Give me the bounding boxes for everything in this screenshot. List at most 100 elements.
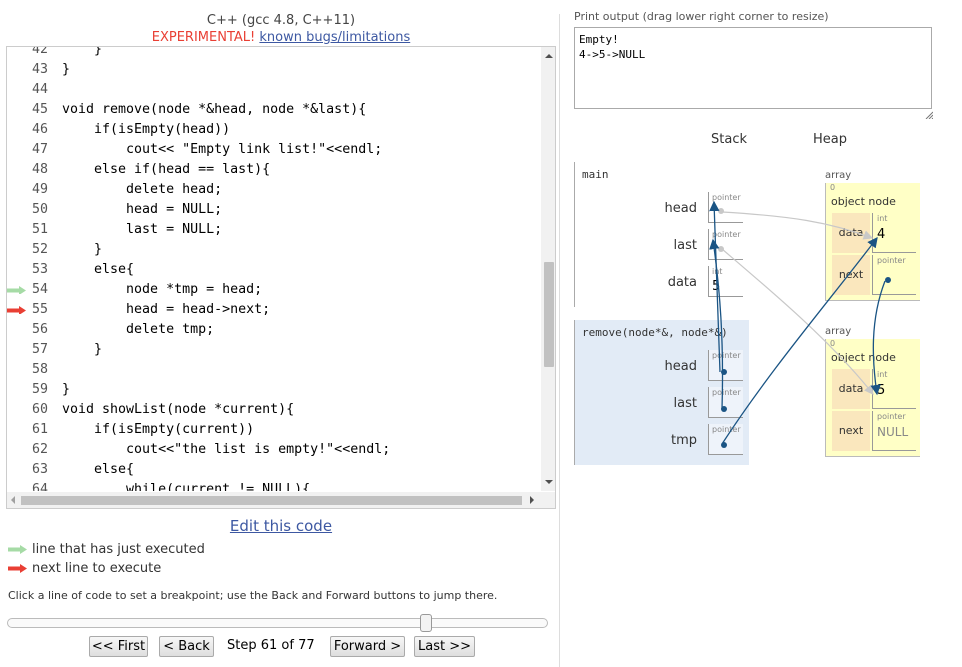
pointer-dot xyxy=(885,277,891,283)
forward-button[interactable]: Forward > xyxy=(330,636,405,657)
type-tag: int xyxy=(712,267,723,276)
vertical-scrollbar[interactable] xyxy=(541,47,555,491)
line-number: 54 xyxy=(31,282,48,297)
code-line[interactable]: 47 cout<< "Empty link list!"<<endl; xyxy=(7,140,540,160)
resize-grip-icon[interactable] xyxy=(925,111,933,119)
code-line[interactable]: 62 cout<<"the list is empty!"<<endl; xyxy=(7,440,540,460)
known-bugs-link[interactable]: known bugs/limitations xyxy=(259,30,410,45)
type-tag: pointer xyxy=(712,351,741,360)
var-name: last xyxy=(673,396,697,411)
var-value: 5 xyxy=(712,279,721,294)
legend-next-to-execute-text: next line to execute xyxy=(32,561,162,576)
breakpoint-hint: Click a line of code to set a breakpoint… xyxy=(8,589,498,602)
source-text: } xyxy=(62,47,103,57)
line-number: 61 xyxy=(31,422,48,437)
scroll-up-icon[interactable] xyxy=(545,54,553,58)
language-label: C++ (gcc 4.8, C++11) xyxy=(206,13,356,28)
line-number: 59 xyxy=(31,382,48,397)
var-value-box: pointer xyxy=(708,350,743,381)
code-line[interactable]: 49 delete head; xyxy=(7,180,540,200)
heap-array-label: array xyxy=(825,326,852,337)
code-line[interactable]: 50 head = NULL; xyxy=(7,200,540,220)
horizontal-scrollbar[interactable] xyxy=(7,492,555,508)
frame-name: main xyxy=(582,168,609,181)
source-text: if(isEmpty(current)) xyxy=(62,422,255,437)
line-number: 52 xyxy=(31,242,48,257)
stack-frame-remove: remove(node*&, node*&) head pointer last… xyxy=(574,320,749,465)
line-number: 44 xyxy=(31,82,48,97)
code-line[interactable]: 43} xyxy=(7,60,540,80)
type-tag: pointer xyxy=(877,256,906,265)
source-text: } xyxy=(62,62,71,77)
type-tag: pointer xyxy=(712,230,741,239)
code-line[interactable]: 60 void showList(node *current){ xyxy=(7,400,540,420)
experimental-notice: EXPERIMENTAL! known bugs/limitations xyxy=(6,30,556,46)
field-key: data xyxy=(832,369,870,409)
line-number: 55 xyxy=(31,302,48,317)
step-slider-handle[interactable] xyxy=(420,614,432,632)
edit-code-link[interactable]: Edit this code xyxy=(6,517,556,535)
source-text: } xyxy=(62,342,103,357)
code-line[interactable]: 59} xyxy=(7,380,540,400)
scroll-left-icon[interactable] xyxy=(11,496,15,504)
source-text: head = head->next; xyxy=(62,302,271,317)
heap-object-title: object node xyxy=(831,195,896,208)
var-name: head xyxy=(664,359,697,374)
pointer-dot xyxy=(721,442,727,448)
heap-array-label: array xyxy=(825,170,852,181)
line-number: 49 xyxy=(31,182,48,197)
code-line[interactable]: 58 xyxy=(7,360,540,380)
code-line[interactable]: 48 else if(head == last){ xyxy=(7,160,540,180)
source-text: cout<< "Empty link list!"<<endl; xyxy=(62,142,383,157)
code-line[interactable]: 46 if(isEmpty(head)) xyxy=(7,120,540,140)
step-slider[interactable] xyxy=(7,618,548,628)
scroll-down-icon[interactable] xyxy=(545,480,553,484)
var-value-box: int 5 xyxy=(708,266,743,297)
source-text: } xyxy=(62,242,103,257)
heap-object-1: 0 object node data int 4 next pointer xyxy=(825,183,920,301)
code-line[interactable]: 55 head = head->next; xyxy=(7,300,540,320)
code-display: 42 } 43} 44 45 void remove(node *&head, node… xyxy=(6,46,556,509)
code-line[interactable]: 64 while(current != NULL){ xyxy=(7,480,540,491)
pane-divider xyxy=(559,14,560,667)
first-button[interactable]: << First xyxy=(89,636,148,657)
code-line[interactable]: 63 else{ xyxy=(7,460,540,480)
field-value-box: pointer xyxy=(872,255,916,295)
code-line[interactable]: 42 } xyxy=(7,47,540,60)
var-value-box: pointer xyxy=(708,192,743,223)
heap-heading: Heap xyxy=(813,132,847,147)
code-line[interactable]: 53 else{ xyxy=(7,260,540,280)
var-value-box: pointer xyxy=(708,229,743,260)
scroll-right-icon[interactable] xyxy=(530,496,534,504)
source-text: if(isEmpty(head)) xyxy=(62,122,231,137)
source-text: void remove(node *&head, node *&last){ xyxy=(62,102,367,117)
step-counter: Step 61 of 77 xyxy=(227,638,315,653)
vertical-scroll-thumb[interactable] xyxy=(544,262,554,367)
code-line[interactable]: 51 last = NULL; xyxy=(7,220,540,240)
source-text: cout<<"the list is empty!"<<endl; xyxy=(62,442,391,457)
code-line[interactable]: 44 xyxy=(7,80,540,100)
line-number: 57 xyxy=(31,342,48,357)
source-text: } xyxy=(62,382,71,397)
line-number: 47 xyxy=(31,142,48,157)
code-line[interactable]: 54 node *tmp = head; xyxy=(7,280,540,300)
source-text: delete head; xyxy=(62,182,223,197)
last-button[interactable]: Last >> xyxy=(414,636,475,657)
code-line[interactable]: 57 } xyxy=(7,340,540,360)
source-text: else{ xyxy=(62,262,135,277)
field-key: next xyxy=(832,255,870,295)
code-line[interactable]: 52 } xyxy=(7,240,540,260)
line-number: 63 xyxy=(31,462,48,477)
line-number: 53 xyxy=(31,262,48,277)
code-line[interactable]: 45 void remove(node *&head, node *&last){ xyxy=(7,100,540,120)
source-text: node *tmp = head; xyxy=(62,282,263,297)
frame-name: remove(node*&, node*&) xyxy=(582,326,728,339)
code-line[interactable]: 56 delete tmp; xyxy=(7,320,540,340)
green-arrow-icon xyxy=(8,545,27,554)
var-value-box: pointer xyxy=(708,424,743,455)
field-value-box: pointer NULL xyxy=(872,411,916,451)
code-line[interactable]: 61 if(isEmpty(current)) xyxy=(7,420,540,440)
back-button[interactable]: < Back xyxy=(159,636,214,657)
horizontal-scroll-thumb[interactable] xyxy=(21,496,522,505)
line-number: 45 xyxy=(31,102,48,117)
